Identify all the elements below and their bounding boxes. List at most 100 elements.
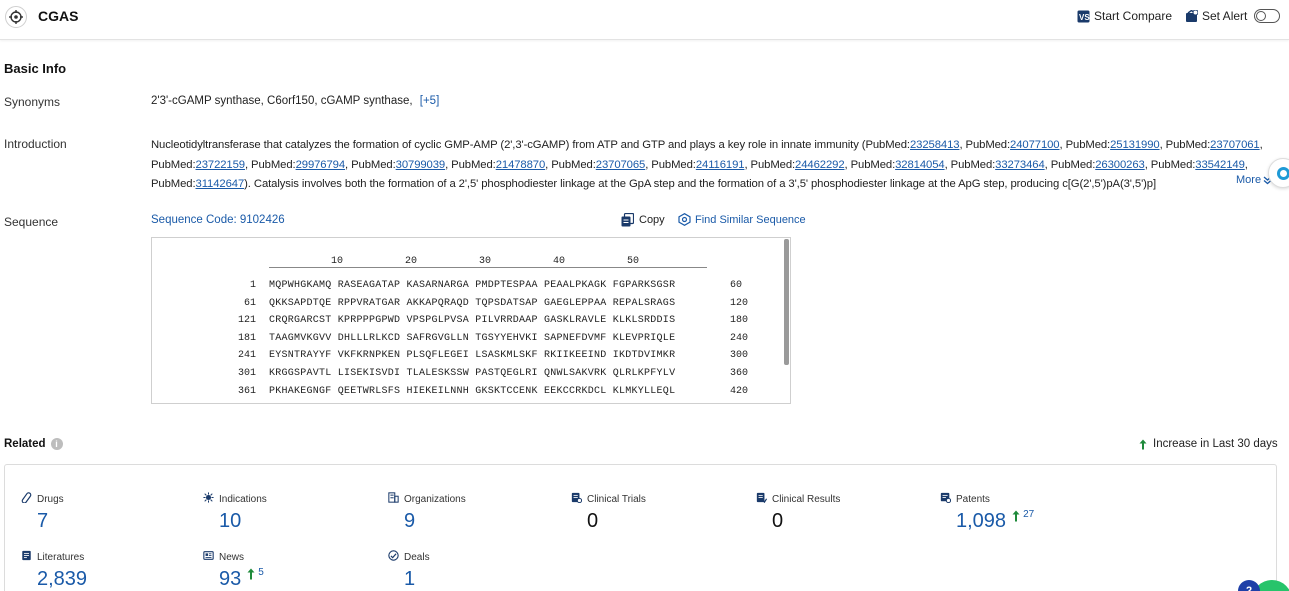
stat-organizations[interactable]: Organizations 9: [388, 492, 466, 533]
stat-increase-value: 5: [258, 567, 264, 578]
stat-label-row: Deals: [388, 550, 430, 564]
start-compare-button[interactable]: VS Start Compare: [1077, 9, 1172, 23]
copy-label: Copy: [639, 214, 665, 226]
pubmed-link[interactable]: 33273464: [995, 159, 1044, 171]
stat-label: Clinical Results: [772, 494, 840, 505]
copy-icon: [621, 213, 634, 227]
stat-clinical-trials[interactable]: Clinical Trials 0: [571, 492, 646, 533]
stat-deals[interactable]: Deals 1: [388, 550, 430, 591]
intro-pubmed-separator: , PubMed:: [545, 159, 596, 171]
stat-value[interactable]: 10: [219, 510, 241, 533]
intro-pubmed-separator: , PubMed:: [845, 159, 896, 171]
pill-icon: [21, 492, 32, 506]
arrow-up-icon: [1012, 510, 1020, 522]
pubmed-link[interactable]: 21478870: [496, 159, 545, 171]
stat-label-row: Clinical Trials: [571, 492, 646, 506]
sequence-start-position: 361: [216, 386, 256, 397]
deal-icon: [388, 550, 399, 564]
stat-value[interactable]: 93: [219, 568, 241, 591]
stat-value[interactable]: 7: [37, 510, 48, 533]
pubmed-link[interactable]: 23722159: [196, 159, 245, 171]
pubmed-link[interactable]: 26300263: [1095, 159, 1144, 171]
stat-value-row: 7: [21, 510, 64, 533]
pubmed-link[interactable]: 24116191: [696, 159, 745, 171]
stat-increase: 5: [247, 568, 264, 580]
stat-label-row: Drugs: [21, 492, 64, 506]
intro-pubmed-separator: , PubMed:: [959, 139, 1010, 151]
intro-pubmed-separator: , PubMed:: [1145, 159, 1196, 171]
sequence-residues: TAAGMVKGVV DHLLLRLKCD SAFRGVGLLN TGSYYEH…: [269, 333, 675, 344]
sequence-residues: CRQRGARCST KPRPPPGPWD VPSPGLPVSA PILVRRD…: [269, 315, 675, 326]
sequence-end-position: 240: [730, 333, 748, 344]
intro-pubmed-separator: , PubMed:: [245, 159, 296, 171]
increase-legend: Increase in Last 30 days: [1139, 438, 1278, 450]
set-alert-label: Set Alert: [1202, 9, 1247, 23]
copy-button[interactable]: Copy: [621, 213, 665, 227]
sequence-end-position: 120: [730, 298, 748, 309]
stat-value-row: 10: [203, 510, 267, 533]
stat-value[interactable]: 1,098: [956, 510, 1006, 533]
pubmed-link[interactable]: 29976794: [296, 159, 345, 171]
sequence-residues: MQPWHGKAMQ RASEAGATAP KASARNARGA PMDPTES…: [269, 280, 675, 291]
sequence-start-position: 301: [216, 368, 256, 379]
compare-icon: VS: [1077, 10, 1090, 23]
stat-drugs[interactable]: Drugs 7: [21, 492, 64, 533]
stat-value-row: 1: [388, 568, 430, 591]
stat-news[interactable]: News 93 5: [203, 550, 264, 591]
ruler-tick-label: 20: [405, 256, 417, 267]
pubmed-link[interactable]: 31142647: [196, 178, 245, 190]
set-alert-button[interactable]: Set Alert: [1185, 9, 1280, 23]
ruler-tick-label: 40: [553, 256, 565, 267]
basic-info-heading: Basic Info: [4, 61, 66, 76]
stat-value-row: 2,839: [21, 568, 87, 591]
sequence-end-position: 300: [730, 350, 748, 361]
find-similar-sequence-button[interactable]: Find Similar Sequence: [678, 213, 806, 226]
info-icon[interactable]: i: [51, 438, 63, 450]
stat-value[interactable]: 0: [587, 510, 598, 533]
stat-label: Literatures: [37, 552, 84, 563]
intro-text-start: Nucleotidyltransferase that catalyzes th…: [151, 139, 910, 151]
related-stats-panel: Drugs7Indications10Organizations9Clinica…: [4, 464, 1277, 591]
intro-pubmed-separator: , PubMed:: [1160, 139, 1211, 151]
sequence-scrollbar[interactable]: [784, 239, 789, 365]
sequence-residues: EYSNTRAYYF VKFKRNPKEN PLSQFLEGEI LSASKML…: [269, 350, 675, 361]
stat-value[interactable]: 0: [772, 510, 783, 533]
sequence-code-link[interactable]: Sequence Code: 9102426: [151, 214, 285, 226]
pubmed-link[interactable]: 24077100: [1010, 139, 1059, 151]
stat-value[interactable]: 1: [404, 568, 415, 591]
pubmed-link[interactable]: 30799039: [396, 159, 445, 171]
stat-clinical-results[interactable]: Clinical Results 0: [756, 492, 840, 533]
literature-icon: [21, 550, 32, 564]
stat-label: Indications: [219, 494, 267, 505]
stat-increase-value: 27: [1023, 509, 1034, 520]
introduction-text: Nucleotidyltransferase that catalyzes th…: [151, 136, 1271, 192]
pubmed-link[interactable]: 23707065: [596, 159, 645, 171]
stat-indications[interactable]: Indications 10: [203, 492, 267, 533]
clinical-trials-icon: [571, 492, 582, 506]
pubmed-link[interactable]: 33542149: [1195, 159, 1244, 171]
ruler-tick-label: 30: [479, 256, 491, 267]
sequence-start-position: 1: [216, 280, 256, 291]
pubmed-link[interactable]: 23258413: [910, 139, 959, 151]
intro-more-button[interactable]: More: [1228, 174, 1272, 186]
stat-value[interactable]: 9: [404, 510, 415, 533]
increase-note-label: Increase in Last 30 days: [1153, 438, 1278, 450]
pubmed-link[interactable]: 23707061: [1210, 139, 1259, 151]
ruler-tick-label: 10: [331, 256, 343, 267]
stat-increase: 27: [1012, 510, 1034, 522]
sequence-viewer[interactable]: 1020304050 1MQPWHGKAMQ RASEAGATAP KASARN…: [151, 237, 791, 404]
synonyms-more-link[interactable]: [+5]: [420, 95, 440, 107]
sequence-end-position: 60: [730, 280, 742, 291]
intro-text-end: ). Catalysis involves both the formation…: [244, 178, 1156, 190]
pubmed-link[interactable]: 24462292: [795, 159, 844, 171]
stat-label-row: Organizations: [388, 492, 466, 506]
pubmed-link[interactable]: 25131990: [1110, 139, 1159, 151]
alert-toggle[interactable]: [1254, 9, 1280, 23]
pubmed-link[interactable]: 32814054: [895, 159, 944, 171]
stat-literatures[interactable]: Literatures 2,839: [21, 550, 87, 591]
page-title: CGAS: [38, 8, 78, 24]
stat-patents[interactable]: Patents1,09827: [940, 492, 1034, 533]
stat-value[interactable]: 2,839: [37, 568, 87, 591]
stat-label: News: [219, 552, 244, 563]
sequence-label: Sequence: [4, 215, 58, 229]
